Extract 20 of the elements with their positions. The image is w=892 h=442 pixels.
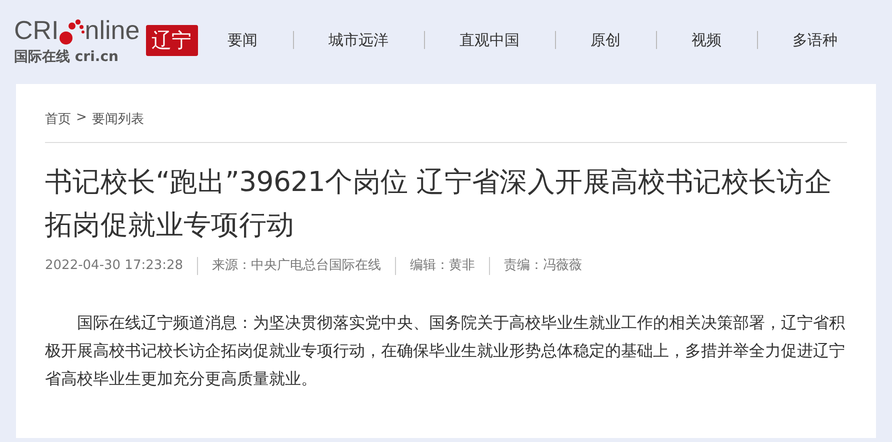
meta-text: 责编：冯薇薇: [489, 257, 596, 275]
logo-text: nline: [84, 14, 140, 46]
article-title: 书记校长“跑出”39621个岗位 辽宁省深入开展高校书记校长访企拓岗促就业专项行动: [45, 165, 834, 243]
article-paragraph: 国际在线辽宁频道消息：为坚决贯彻落实党中央、国务院关于高校毕业生就业工作的相关决策部署，辽宁省积极开展高校书记校长访企拓岗促就业专项行动，在确保毕业生就业形势总体稳定的基础上，多措并举全力促进辽宁省高校毕业生更加充分更高质量就业。: [45, 312, 846, 390]
dots-icon: [58, 18, 85, 46]
region-badge: 辽宁: [146, 24, 198, 56]
nav-link[interactable]: 多语种: [758, 31, 858, 49]
nav-link[interactable]: 直观中国: [424, 31, 556, 49]
logo-tagline: 国际在线 cri.cn: [14, 48, 120, 66]
nav-link[interactable]: 视频: [656, 31, 758, 49]
meta-text: 2022-04-30 17:23:28: [45, 257, 184, 275]
meta-text: 编辑：黄非: [395, 257, 490, 275]
nav-link[interactable]: 城市远洋: [294, 31, 425, 49]
breadcrumb-separator: >: [76, 110, 87, 127]
breadcrumb-link[interactable]: 首页: [45, 110, 71, 128]
breadcrumb-link[interactable]: 要闻列表: [92, 110, 144, 128]
meta-text: 来源：中央广电总台国际在线: [197, 257, 396, 275]
nav-link[interactable]: 要闻: [218, 31, 294, 49]
nav-link[interactable]: 原创: [556, 31, 657, 49]
logo-text: CRI: [14, 14, 59, 46]
